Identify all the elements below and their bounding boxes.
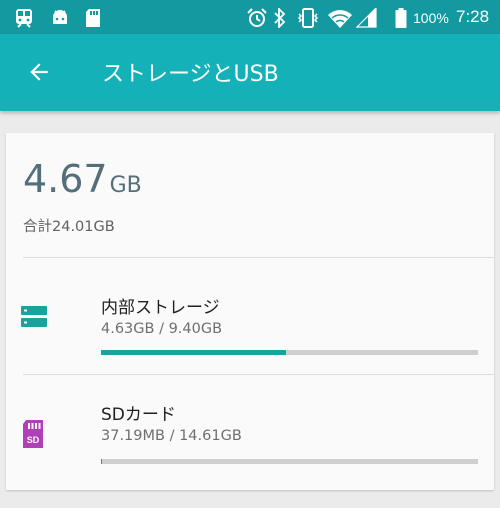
page-title: ストレージとUSB [102,62,279,87]
storage-item-title: SDカード [101,405,176,425]
storage-progress-bar [101,350,478,355]
storage-item-sd-card[interactable]: SD SDカード 37.19MB / 14.61GB [6,375,494,490]
status-bar: 100% 7:28 [0,0,500,34]
android-icon [53,10,67,24]
signal-icon [356,8,377,28]
svg-text:SD: SD [27,435,40,445]
storage-item-internal[interactable]: 内部ストレージ 4.63GB / 9.40GB [6,258,494,373]
storage-item-usage: 4.63GB / 9.40GB [101,321,223,337]
storage-progress-fill [101,459,102,464]
storage-progress-fill [101,350,286,355]
sd-card-icon: SD [23,420,43,448]
app-bar: ストレージとUSB [0,34,500,111]
train-icon [16,9,32,28]
storage-item-usage: 37.19MB / 14.61GB [101,428,242,444]
used-storage-unit: GB [109,173,142,198]
clock-time: 7:28 [456,7,490,26]
used-storage-value: 4.67 [23,157,108,201]
wifi-icon [328,10,352,28]
storage-progress-bar [101,459,478,464]
alarm-icon [247,8,267,27]
used-storage-summary: 4.67GB [23,157,142,201]
internal-storage-icon [21,306,47,327]
vibrate-icon [297,8,319,28]
arrow-left-icon [30,63,48,81]
battery-icon [395,8,407,28]
storage-card: 4.67GB 合計24.01GB 内部ストレージ 4.63GB / 9.40GB… [6,133,494,490]
storage-item-title: 内部ストレージ [101,298,220,318]
back-button[interactable] [18,54,58,90]
battery-percent: 100% [413,10,449,26]
bluetooth-icon [274,8,286,28]
sd-card-icon [86,9,100,27]
total-storage-label: 合計24.01GB [23,219,115,235]
